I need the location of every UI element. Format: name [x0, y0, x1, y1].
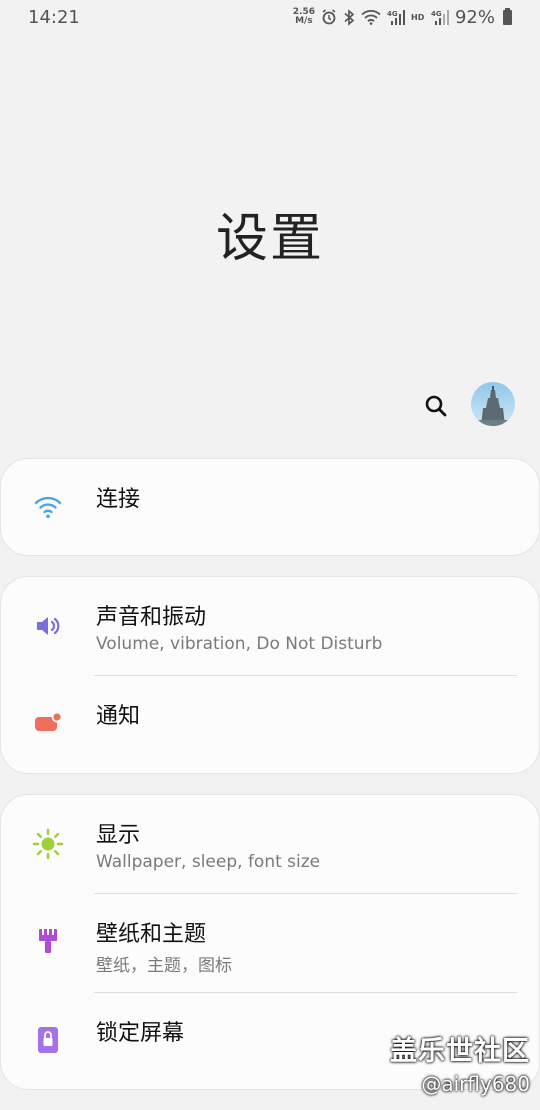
bluetooth-icon: [344, 8, 355, 26]
watermark-main: 盖乐世社区: [390, 1036, 530, 1067]
settings-item-title: 连接: [96, 487, 141, 512]
settings-item-subtitle: Volume, vibration, Do Not Disturb: [96, 634, 383, 654]
settings-item-subtitle: Wallpaper, sleep, font size: [96, 852, 321, 872]
svg-text:HD: HD: [411, 13, 425, 22]
status-time: 14:21: [28, 6, 80, 28]
watermark-sub: @airfly680: [421, 1072, 530, 1096]
settings-item-wallpapers-themes[interactable]: 壁纸和主题 壁纸，主题，图标: [1, 894, 540, 992]
settings-item-notifications[interactable]: 通知: [1, 676, 540, 774]
settings-item-subtitle: 壁纸，主题，图标: [96, 956, 232, 976]
svg-text:4G: 4G: [387, 10, 398, 18]
hd-icon: HD: [411, 13, 425, 22]
signal-4g-icon: 4G: [431, 9, 449, 25]
brightness-icon: [29, 825, 67, 863]
settings-card-sound-notifications: 声音和振动 Volume, vibration, Do Not Disturb …: [0, 576, 540, 774]
avatar-image: [471, 382, 515, 426]
page-title: 设置: [215, 209, 324, 269]
notification-icon: [29, 704, 67, 742]
settings-item-display[interactable]: 显示 Wallpaper, sleep, font size: [1, 795, 540, 893]
battery-icon: [503, 7, 512, 25]
status-icons: 2.56 M/s 4G HD 4G 92%: [293, 7, 512, 28]
search-button[interactable]: [418, 388, 454, 424]
settings-item-title: 通知: [96, 704, 141, 729]
network-speed: 2.56 M/s: [293, 8, 315, 26]
watermark: 盖乐世社区 @airfly680: [390, 1029, 530, 1096]
settings-item-title: 锁定屏幕: [96, 1021, 185, 1046]
search-icon: [425, 395, 447, 417]
alarm-icon: [322, 9, 336, 25]
settings-card-connections: 连接: [0, 458, 540, 556]
settings-item-title: 声音和振动: [96, 605, 207, 630]
signal-4g-icon: 4G: [387, 9, 405, 25]
settings-item-title: 显示: [96, 823, 141, 848]
network-speed-unit: M/s: [295, 16, 313, 26]
avatar[interactable]: [471, 382, 515, 426]
paint-brush-icon: [29, 922, 67, 960]
lock-icon: [29, 1021, 67, 1059]
wifi-icon: [361, 10, 381, 25]
settings-item-sound-vibration[interactable]: 声音和振动 Volume, vibration, Do Not Disturb: [1, 577, 540, 675]
status-bar: 14:21 2.56 M/s 4G HD 4G 92%: [0, 0, 540, 34]
svg-text:4G: 4G: [431, 10, 442, 18]
speaker-icon: [29, 607, 67, 645]
settings-item-title: 壁纸和主题: [96, 922, 207, 947]
settings-item-connections[interactable]: 连接: [1, 459, 540, 557]
wifi-icon: [29, 488, 67, 526]
battery-percent: 92%: [454, 6, 495, 28]
